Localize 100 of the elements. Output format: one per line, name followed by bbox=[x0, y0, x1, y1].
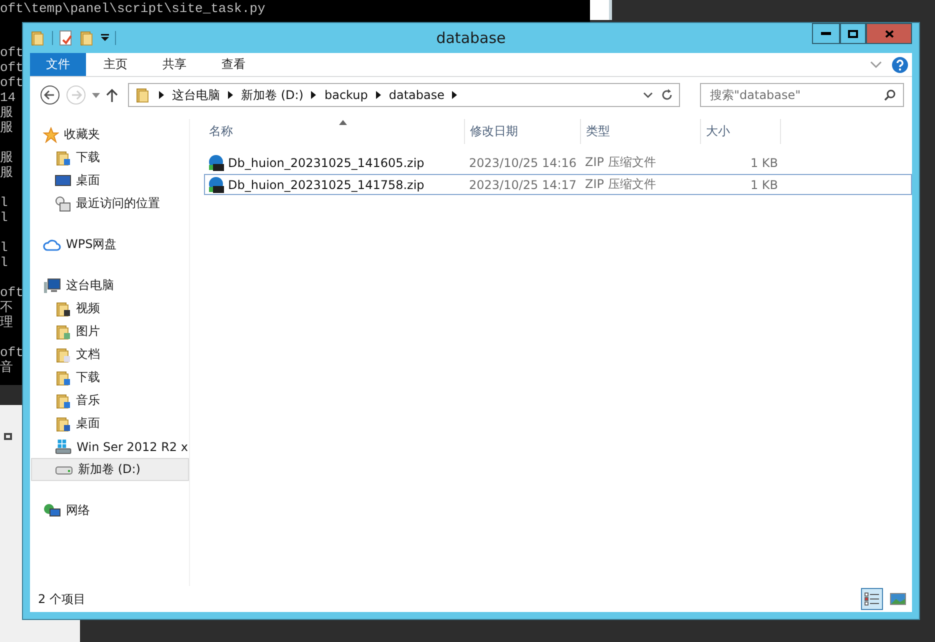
column-header[interactable]: 类型 bbox=[581, 119, 701, 144]
folder-icon bbox=[135, 87, 151, 103]
close-icon bbox=[884, 30, 894, 38]
properties-icon[interactable] bbox=[59, 30, 73, 46]
documents-folder-icon bbox=[55, 346, 71, 362]
breadcrumb-arrow-icon[interactable] bbox=[311, 91, 316, 99]
desktop-folder-icon bbox=[55, 416, 71, 432]
search-icon bbox=[884, 89, 896, 101]
nav-item[interactable]: 文档 bbox=[31, 343, 189, 366]
refresh-icon[interactable] bbox=[661, 89, 673, 101]
column-header[interactable]: 名称 bbox=[204, 119, 465, 144]
ribbon-tab[interactable]: 共享 bbox=[145, 53, 204, 76]
column-header[interactable]: 大小 bbox=[701, 119, 781, 144]
console-line: 不 bbox=[0, 300, 14, 315]
console-line: oft bbox=[0, 60, 23, 75]
console-line: 14 bbox=[0, 90, 17, 105]
nav-item[interactable]: 桌面 bbox=[31, 169, 189, 192]
date-cell-text: 2023/10/25 14:16 bbox=[468, 156, 578, 170]
nav-group[interactable]: 这台电脑 bbox=[30, 274, 189, 297]
network-icon bbox=[43, 502, 61, 518]
console-line: l bbox=[0, 195, 9, 210]
breadcrumb[interactable]: database bbox=[388, 88, 444, 102]
nav-item[interactable]: 音乐 bbox=[31, 389, 189, 412]
window-title: database bbox=[435, 29, 507, 47]
pictures-folder-icon bbox=[55, 324, 71, 340]
nav-item[interactable]: Win Ser 2012 R2 x bbox=[31, 435, 189, 458]
type-cell-text: ZIP 压缩文件 bbox=[584, 176, 657, 193]
console-line: 服 bbox=[0, 120, 14, 135]
close-button[interactable] bbox=[866, 23, 912, 44]
ribbon-tab[interactable]: 文件 bbox=[30, 53, 86, 76]
maximize-button[interactable] bbox=[840, 23, 866, 44]
cloud-icon bbox=[43, 238, 61, 252]
nav-item[interactable]: 下载 bbox=[31, 146, 189, 169]
console-line: oft bbox=[0, 345, 23, 360]
search-field[interactable]: 搜索"database" bbox=[700, 83, 904, 107]
new-folder-icon bbox=[79, 30, 95, 46]
console-line: oft bbox=[0, 45, 23, 60]
file-name: Db_huion_20231025_141758.zip bbox=[228, 178, 424, 192]
size-cell-text: 1 KB bbox=[749, 178, 778, 192]
console-line: oft bbox=[0, 285, 23, 300]
breadcrumb-arrow-icon[interactable] bbox=[159, 91, 164, 99]
nav-item[interactable]: 图片 bbox=[31, 320, 189, 343]
window-edge bbox=[590, 0, 612, 20]
console-line: 服 bbox=[0, 150, 14, 165]
nav-item[interactable]: 新加卷 (D:) bbox=[31, 458, 189, 481]
nav-group[interactable]: WPS网盘 bbox=[30, 233, 189, 256]
caret-icon[interactable] bbox=[92, 92, 100, 98]
console-line: l bbox=[0, 210, 9, 225]
breadcrumb[interactable]: 这台电脑 bbox=[172, 86, 220, 104]
item-count: 2 个项目 bbox=[38, 590, 86, 608]
chevron-down-icon[interactable] bbox=[643, 92, 653, 98]
download-folder-icon bbox=[55, 370, 71, 386]
monitor-icon bbox=[55, 174, 71, 188]
restore-icon bbox=[4, 433, 12, 440]
type-cell-text: ZIP 压缩文件 bbox=[584, 154, 657, 171]
help-icon[interactable] bbox=[892, 56, 908, 72]
computer-icon bbox=[43, 278, 61, 294]
nav-item[interactable]: 最近访问的位置 bbox=[31, 192, 189, 215]
music-folder-icon bbox=[55, 392, 71, 408]
file-name: Db_huion_20231025_141605.zip bbox=[228, 156, 424, 170]
star-icon bbox=[43, 126, 59, 142]
console-line: oft\temp\panel\script\site_task.py bbox=[0, 0, 266, 18]
column-header[interactable]: 修改日期 bbox=[465, 119, 581, 144]
folder-icon bbox=[30, 30, 46, 46]
date-cell-text: 2023/10/25 14:17 bbox=[468, 178, 578, 192]
dropdown-icon[interactable] bbox=[101, 34, 109, 42]
download-folder-icon bbox=[55, 150, 71, 166]
console-line: 服 bbox=[0, 105, 14, 120]
nav-group[interactable]: 网络 bbox=[30, 499, 189, 522]
nav-item[interactable]: 视频 bbox=[31, 297, 189, 320]
minimize-icon bbox=[821, 32, 831, 35]
nav-item[interactable]: 桌面 bbox=[31, 412, 189, 435]
system-drive-icon bbox=[55, 438, 72, 454]
address-bar[interactable]: 这台电脑 新加卷 (D:) backup database bbox=[128, 83, 680, 107]
zip-file-icon bbox=[208, 154, 224, 170]
up-arrow-icon[interactable] bbox=[106, 88, 118, 102]
breadcrumb[interactable]: backup bbox=[324, 88, 368, 102]
breadcrumb-arrow-icon[interactable] bbox=[228, 91, 233, 99]
ribbon-tab[interactable]: 主页 bbox=[86, 53, 145, 76]
sort-arrow-icon bbox=[339, 120, 347, 125]
zip-file-icon bbox=[208, 176, 224, 192]
breadcrumb-arrow-icon[interactable] bbox=[376, 91, 381, 99]
minimize-button[interactable] bbox=[812, 23, 840, 44]
breadcrumb-arrow-icon[interactable] bbox=[452, 91, 458, 99]
maximize-icon bbox=[848, 30, 858, 38]
recent-places-icon bbox=[55, 196, 71, 212]
back-button[interactable] bbox=[40, 85, 60, 105]
console-line: l bbox=[0, 255, 9, 270]
file-row[interactable]: Db_huion_20231025_141758.zip 2023/10/25 14:17 ZIP 压缩文件 1 KB bbox=[204, 174, 912, 195]
nav-group[interactable]: 收藏夹 bbox=[30, 123, 189, 146]
nav-item[interactable]: 下载 bbox=[31, 366, 189, 389]
file-row[interactable]: Db_huion_20231025_141605.zip 2023/10/25 14:16 ZIP 压缩文件 1 KB bbox=[204, 152, 912, 173]
details-view-button[interactable] bbox=[861, 588, 883, 610]
ribbon-tab[interactable]: 查看 bbox=[204, 53, 263, 76]
console-line: 服 bbox=[0, 165, 14, 180]
console-line: 音 bbox=[0, 360, 14, 375]
size-cell-text: 1 KB bbox=[749, 156, 778, 170]
console-line: 理 bbox=[0, 315, 14, 330]
console-line: l bbox=[0, 240, 9, 255]
breadcrumb[interactable]: 新加卷 (D:) bbox=[241, 86, 304, 104]
